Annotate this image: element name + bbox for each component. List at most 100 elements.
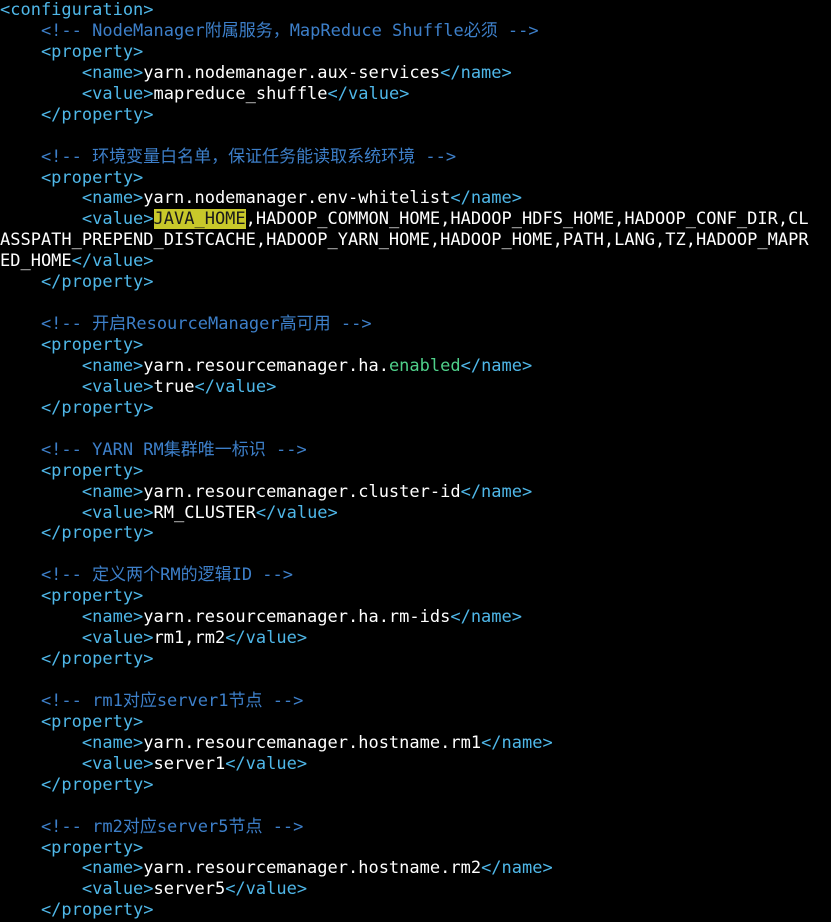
xml-tag-token: <property> xyxy=(0,41,144,62)
code-line: </property> xyxy=(0,775,831,796)
text-token: yarn.resourcemanager.hostname.rm1 xyxy=(143,732,482,753)
xml-tag-token: </property> xyxy=(0,649,154,670)
text-token: server5 xyxy=(153,879,226,900)
xml-comment-token: <!-- rm1对应server1节点 --> xyxy=(0,690,304,711)
code-line: <name>yarn.nodemanager.aux-services</nam… xyxy=(0,63,831,84)
code-line: <!-- NodeManager附属服务，MapReduce Shuffle必须… xyxy=(0,21,831,42)
code-line: <!-- 环境变量白名单，保证任务能读取系统环境 --> xyxy=(0,147,831,168)
text-token: mapreduce_shuffle xyxy=(153,83,328,104)
xml-tag-token: </name> xyxy=(440,62,512,83)
code-line: ASSPATH_PREPEND_DISTCACHE,HADOOP_YARN_HO… xyxy=(0,230,831,251)
code-line: <property> xyxy=(0,42,831,63)
keyword-token: enabled xyxy=(388,355,461,376)
code-line: </property> xyxy=(0,272,831,293)
xml-tag-token: <property> xyxy=(0,335,144,355)
text-token: server1 xyxy=(153,753,226,774)
text-token: ED_HOME xyxy=(0,251,72,272)
xml-tag-token: </value> xyxy=(327,83,410,104)
xml-tag-token: <property> xyxy=(0,837,144,858)
xml-tag-token: <property> xyxy=(0,586,144,607)
xml-tag-token: <property> xyxy=(0,167,144,188)
code-line: <!-- 开启ResourceManager高可用 --> xyxy=(0,314,831,335)
xml-tag-token: <property> xyxy=(0,460,144,481)
xml-tag-token: <name> xyxy=(0,62,144,83)
code-line: <property> xyxy=(0,586,831,607)
xml-tag-token: </property> xyxy=(0,523,154,544)
xml-comment-token: <!-- rm2对应server5节点 --> xyxy=(0,816,304,837)
xml-tag-token: </value> xyxy=(71,251,154,272)
code-line: <!-- rm2对应server5节点 --> xyxy=(0,817,831,838)
code-line: <!-- 定义两个RM的逻辑ID --> xyxy=(0,565,831,586)
xml-tag-token: </name> xyxy=(450,607,522,628)
xml-comment-token: <!-- 定义两个RM的逻辑ID --> xyxy=(0,565,293,586)
code-line: </property> xyxy=(0,900,831,921)
xml-tag-token: <value> xyxy=(0,376,154,397)
xml-tag-token: </name> xyxy=(460,481,533,502)
code-line: <property> xyxy=(0,712,831,733)
text-token: rm1,rm2 xyxy=(153,628,226,649)
code-line: <value>server5</value> xyxy=(0,879,831,900)
text-token: yarn.nodemanager.aux-services xyxy=(143,62,441,83)
xml-tag-token: <name> xyxy=(0,607,144,628)
code-line: </property> xyxy=(0,523,831,544)
xml-tag-token: </name> xyxy=(481,732,553,753)
xml-tag-token: <value> xyxy=(0,879,154,900)
text-token: ,HADOOP_COMMON_HOME,HADOOP_HDFS_HOME,HAD… xyxy=(245,209,809,230)
text-token: yarn.nodemanager.env-whitelist xyxy=(143,188,451,209)
code-line: <name>yarn.nodemanager.env-whitelist</na… xyxy=(0,188,831,209)
code-line: <name>yarn.resourcemanager.ha.enabled</n… xyxy=(0,356,831,377)
xml-tag-token: </value> xyxy=(225,753,308,774)
xml-tag-token: <name> xyxy=(0,188,144,209)
text-token: yarn.resourcemanager.cluster-id xyxy=(143,481,461,502)
code-editor[interactable]: <configuration> <!-- NodeManager附属服务，Map… xyxy=(0,0,831,921)
text-token: yarn.resourcemanager.ha.rm-ids xyxy=(143,607,451,628)
xml-tag-token: </value> xyxy=(225,628,308,649)
code-line: ED_HOME</value> xyxy=(0,251,831,272)
xml-tag-token: </value> xyxy=(194,376,277,397)
xml-tag-token: </name> xyxy=(450,188,522,209)
xml-tag-token: <value> xyxy=(0,83,154,104)
code-line: <name>yarn.resourcemanager.ha.rm-ids</na… xyxy=(0,607,831,628)
xml-tag-token: </property> xyxy=(0,774,154,795)
text-token: yarn.resourcemanager.hostname.rm2 xyxy=(143,858,482,879)
code-line: <property> xyxy=(0,335,831,356)
xml-comment-token: <!-- 开启ResourceManager高可用 --> xyxy=(0,314,372,335)
code-line: <value>true</value> xyxy=(0,377,831,398)
xml-tag-token: <name> xyxy=(0,732,144,753)
xml-tag-token: <value> xyxy=(0,502,154,523)
xml-tag-token: </property> xyxy=(0,272,154,293)
xml-tag-token: <name> xyxy=(0,355,144,376)
xml-tag-token: <name> xyxy=(0,858,144,879)
xml-comment-token: <!-- YARN RM集群唯一标识 --> xyxy=(0,439,307,460)
code-line: <configuration> xyxy=(0,0,831,21)
text-token: yarn.resourcemanager.ha. xyxy=(143,355,389,376)
code-line: </property> xyxy=(0,398,831,419)
code-line: <name>yarn.resourcemanager.hostname.rm2<… xyxy=(0,858,831,879)
code-line: </property> xyxy=(0,105,831,126)
xml-tag-token: <property> xyxy=(0,711,144,732)
xml-tag-token: </name> xyxy=(460,355,533,376)
xml-comment-token: <!-- NodeManager附属服务，MapReduce Shuffle必须… xyxy=(0,20,539,41)
code-line: <!-- YARN RM集群唯一标识 --> xyxy=(0,440,831,461)
xml-tag-token: </property> xyxy=(0,397,154,418)
search-highlight-token: JAVA_HOME xyxy=(153,209,246,230)
code-line: <property> xyxy=(0,838,831,859)
xml-tag-token: <name> xyxy=(0,481,144,502)
text-token: ASSPATH_PREPEND_DISTCACHE,HADOOP_YARN_HO… xyxy=(0,230,809,251)
code-line: <name>yarn.resourcemanager.cluster-id</n… xyxy=(0,482,831,503)
xml-tag-token: <value> xyxy=(0,209,154,230)
code-line: <property> xyxy=(0,168,831,189)
xml-tag-token: </value> xyxy=(255,502,338,523)
xml-tag-token: </property> xyxy=(0,900,154,921)
xml-tag-token: <value> xyxy=(0,628,154,649)
xml-tag-token: </property> xyxy=(0,104,154,125)
code-line: <!-- rm1对应server1节点 --> xyxy=(0,691,831,712)
code-line: <value>mapreduce_shuffle</value> xyxy=(0,84,831,105)
code-line: <value>RM_CLUSTER</value> xyxy=(0,503,831,524)
code-line: <property> xyxy=(0,461,831,482)
code-line: <value>rm1,rm2</value> xyxy=(0,628,831,649)
